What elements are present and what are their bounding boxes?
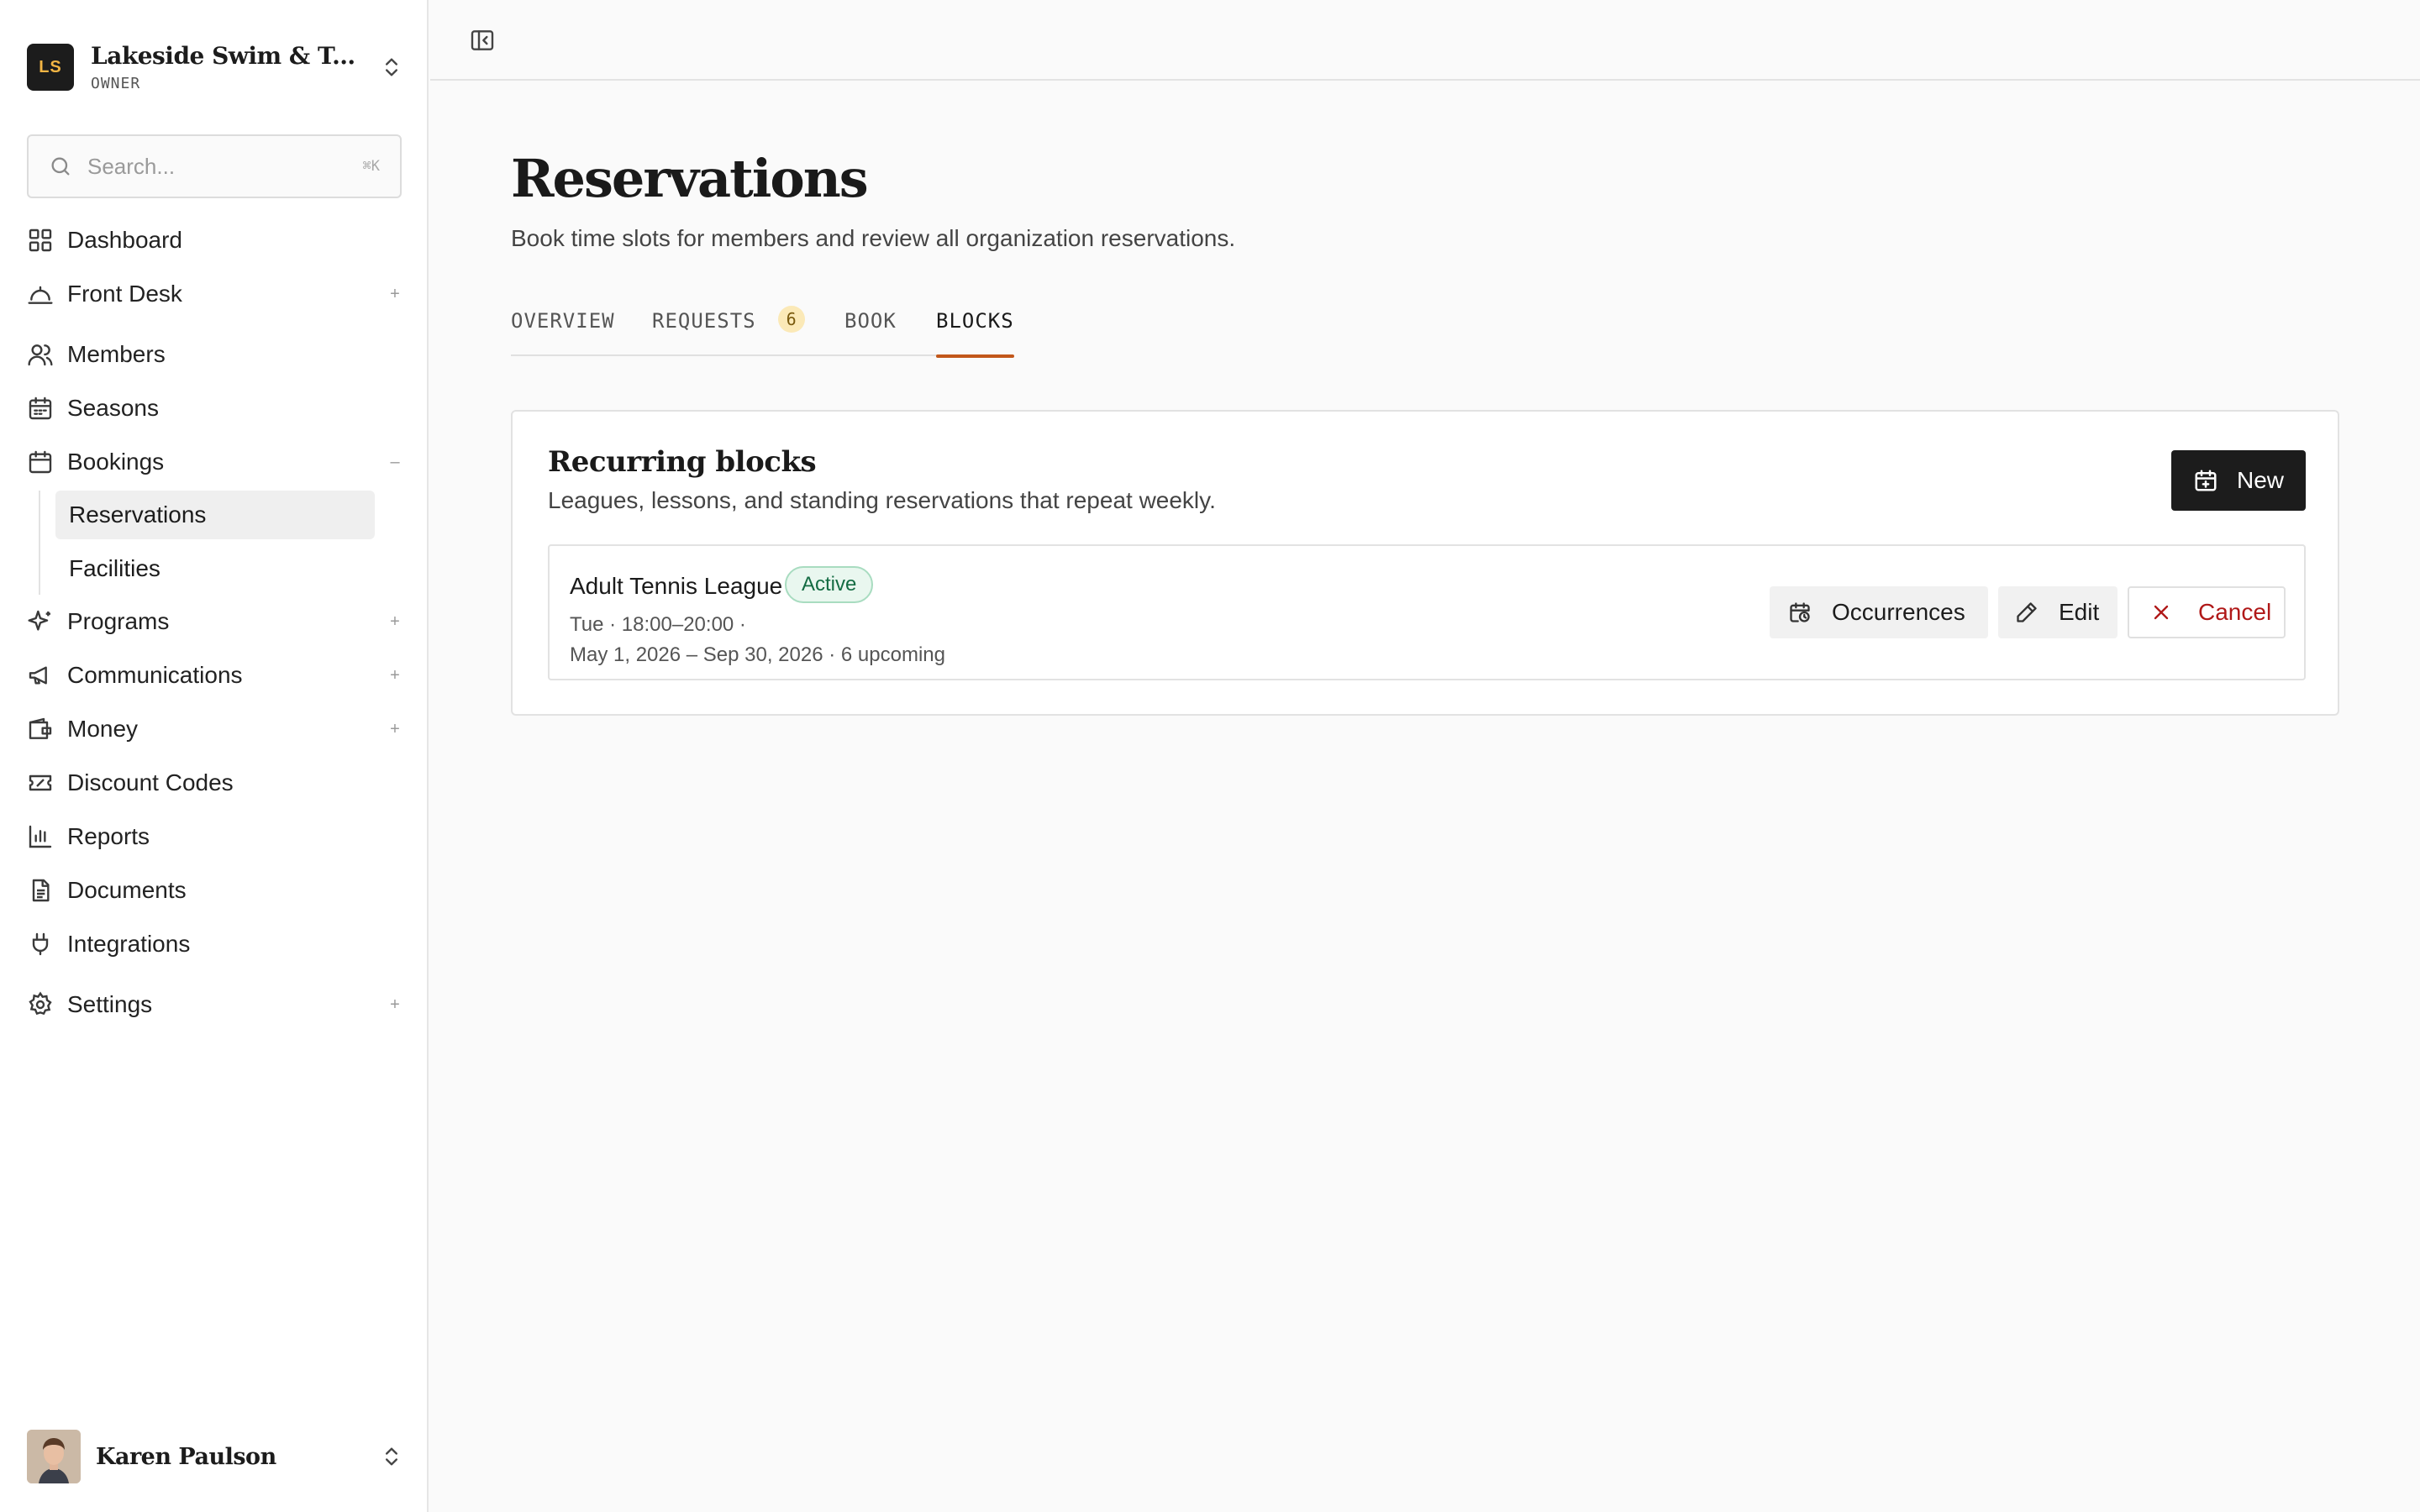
search-placeholder: Search... (87, 153, 176, 179)
page-subtitle: Book time slots for members and review a… (511, 225, 1236, 251)
wallet-icon (27, 716, 54, 743)
calendar-icon (27, 395, 54, 422)
sidebar-toggle-icon[interactable] (469, 27, 496, 54)
cancel-label: Cancel (2198, 599, 2272, 625)
block-date-range: May 1, 2026 – Sep 30, 2026 · 6 upcoming (570, 643, 945, 666)
calendar-plus-icon (2193, 468, 2218, 493)
tab-bar: OVERVIEW REQUESTS 6 BOOK BLOCKS (511, 304, 1014, 358)
close-icon (2149, 601, 2173, 624)
sidebar-item-label: Members (67, 341, 166, 367)
sidebar-item-label: Dashboard (67, 227, 182, 253)
sidebar-item-label: Programs (67, 608, 170, 634)
sidebar-item-integrations[interactable]: Integrations (27, 921, 403, 968)
block-schedule: Tue · 18:00–20:00 · (570, 613, 746, 636)
tab-requests[interactable]: REQUESTS 6 (652, 306, 805, 356)
block-name: Adult Tennis League (570, 573, 783, 599)
sidebar-item-programs[interactable]: Programs + (27, 598, 403, 645)
sidebar: LS Lakeside Swim & Tennis Club OWNER Sea… (0, 0, 429, 1512)
sidebar-item-settings[interactable]: Settings + (27, 981, 403, 1028)
edit-button[interactable]: Edit (1998, 586, 2118, 638)
cancel-button[interactable]: Cancel (2128, 586, 2286, 638)
plug-icon (27, 931, 54, 958)
sidebar-item-label: Reports (67, 823, 150, 849)
sidebar-item-label: Front Desk (67, 281, 182, 307)
edit-label: Edit (2059, 599, 2100, 625)
service-bell-icon (27, 281, 54, 307)
expand-plus-icon[interactable]: + (387, 995, 403, 1015)
sidebar-item-front-desk[interactable]: Front Desk + (27, 270, 403, 318)
tab-label: OVERVIEW (511, 309, 615, 333)
card-title: Recurring blocks (548, 445, 817, 479)
tab-label: BOOK (844, 309, 897, 333)
dashboard-grid-icon (27, 227, 54, 254)
sidebar-item-label: Documents (67, 877, 187, 903)
topbar (430, 0, 2420, 81)
sidebar-item-money[interactable]: Money + (27, 706, 403, 753)
sidebar-item-label: Discount Codes (67, 769, 234, 795)
expand-plus-icon[interactable]: + (387, 285, 403, 304)
org-role: OWNER (91, 75, 141, 92)
megaphone-icon (27, 662, 54, 689)
users-icon (27, 341, 54, 368)
expand-plus-icon[interactable]: + (387, 720, 403, 739)
user-name: Karen Paulson (96, 1443, 276, 1470)
org-switcher[interactable]: LS Lakeside Swim & Tennis Club OWNER (27, 40, 403, 94)
occurrences-button[interactable]: Occurrences (1770, 586, 1988, 638)
sidebar-item-label: Communications (67, 662, 243, 688)
user-menu[interactable]: Karen Paulson (27, 1430, 403, 1483)
tab-overview[interactable]: OVERVIEW (511, 309, 615, 356)
occurrences-label: Occurrences (1832, 599, 1965, 625)
search-shortcut: ⌘K (362, 158, 380, 175)
tab-book[interactable]: BOOK (844, 309, 897, 356)
chevron-up-down-icon[interactable] (380, 1445, 403, 1468)
submenu-guide-line (39, 491, 40, 595)
search-icon (49, 155, 72, 178)
ticket-icon (27, 769, 54, 796)
sidebar-item-documents[interactable]: Documents (27, 867, 403, 914)
document-icon (27, 877, 54, 904)
tab-blocks[interactable]: BLOCKS (936, 309, 1014, 358)
tab-label: REQUESTS (652, 309, 756, 333)
sidebar-item-label: Bookings (67, 449, 165, 475)
recurring-blocks-card: Recurring blocks Leagues, lessons, and s… (511, 410, 2339, 716)
sidebar-item-label: Money (67, 716, 139, 742)
sidebar-item-bookings[interactable]: Bookings – (27, 438, 403, 486)
sidebar-item-communications[interactable]: Communications + (27, 652, 403, 699)
new-block-button[interactable]: New (2171, 450, 2306, 511)
sidebar-item-seasons[interactable]: Seasons (27, 385, 403, 432)
page-title: Reservations (511, 148, 869, 209)
calendar-check-icon (27, 449, 54, 475)
org-name: Lakeside Swim & Tennis Club (91, 42, 368, 70)
status-badge: Active (785, 566, 874, 603)
search-input[interactable]: Search... ⌘K (27, 134, 402, 198)
recurring-block-row: Adult Tennis League Active Tue · 18:00–2… (548, 544, 2306, 680)
expand-plus-icon[interactable]: + (387, 666, 403, 685)
tab-label: BLOCKS (936, 309, 1014, 333)
chevron-up-down-icon[interactable] (380, 55, 403, 79)
gear-icon (27, 991, 54, 1018)
pencil-icon (2015, 601, 2039, 624)
sidebar-item-label: Settings (67, 991, 153, 1017)
calendar-clock-icon (1788, 601, 1812, 624)
collapse-minus-icon[interactable]: – (387, 453, 403, 472)
sidebar-item-label: Integrations (67, 931, 191, 957)
sidebar-item-members[interactable]: Members (27, 331, 403, 378)
expand-plus-icon[interactable]: + (387, 612, 403, 632)
sidebar-subitem-reservations[interactable]: Reservations (55, 491, 375, 539)
sidebar-item-discount-codes[interactable]: Discount Codes (27, 759, 403, 806)
sidebar-item-label: Seasons (67, 395, 159, 421)
avatar (27, 1430, 81, 1483)
card-subtitle: Leagues, lessons, and standing reservati… (548, 487, 1216, 513)
sidebar-subitem-facilities[interactable]: Facilities (55, 544, 375, 593)
sparkles-icon (27, 608, 54, 635)
org-logo: LS (27, 44, 74, 91)
sidebar-item-dashboard[interactable]: Dashboard (27, 217, 403, 264)
requests-count-badge: 6 (777, 306, 805, 333)
sidebar-item-reports[interactable]: Reports (27, 813, 403, 860)
bar-chart-icon (27, 823, 54, 850)
new-button-label: New (2236, 467, 2284, 493)
